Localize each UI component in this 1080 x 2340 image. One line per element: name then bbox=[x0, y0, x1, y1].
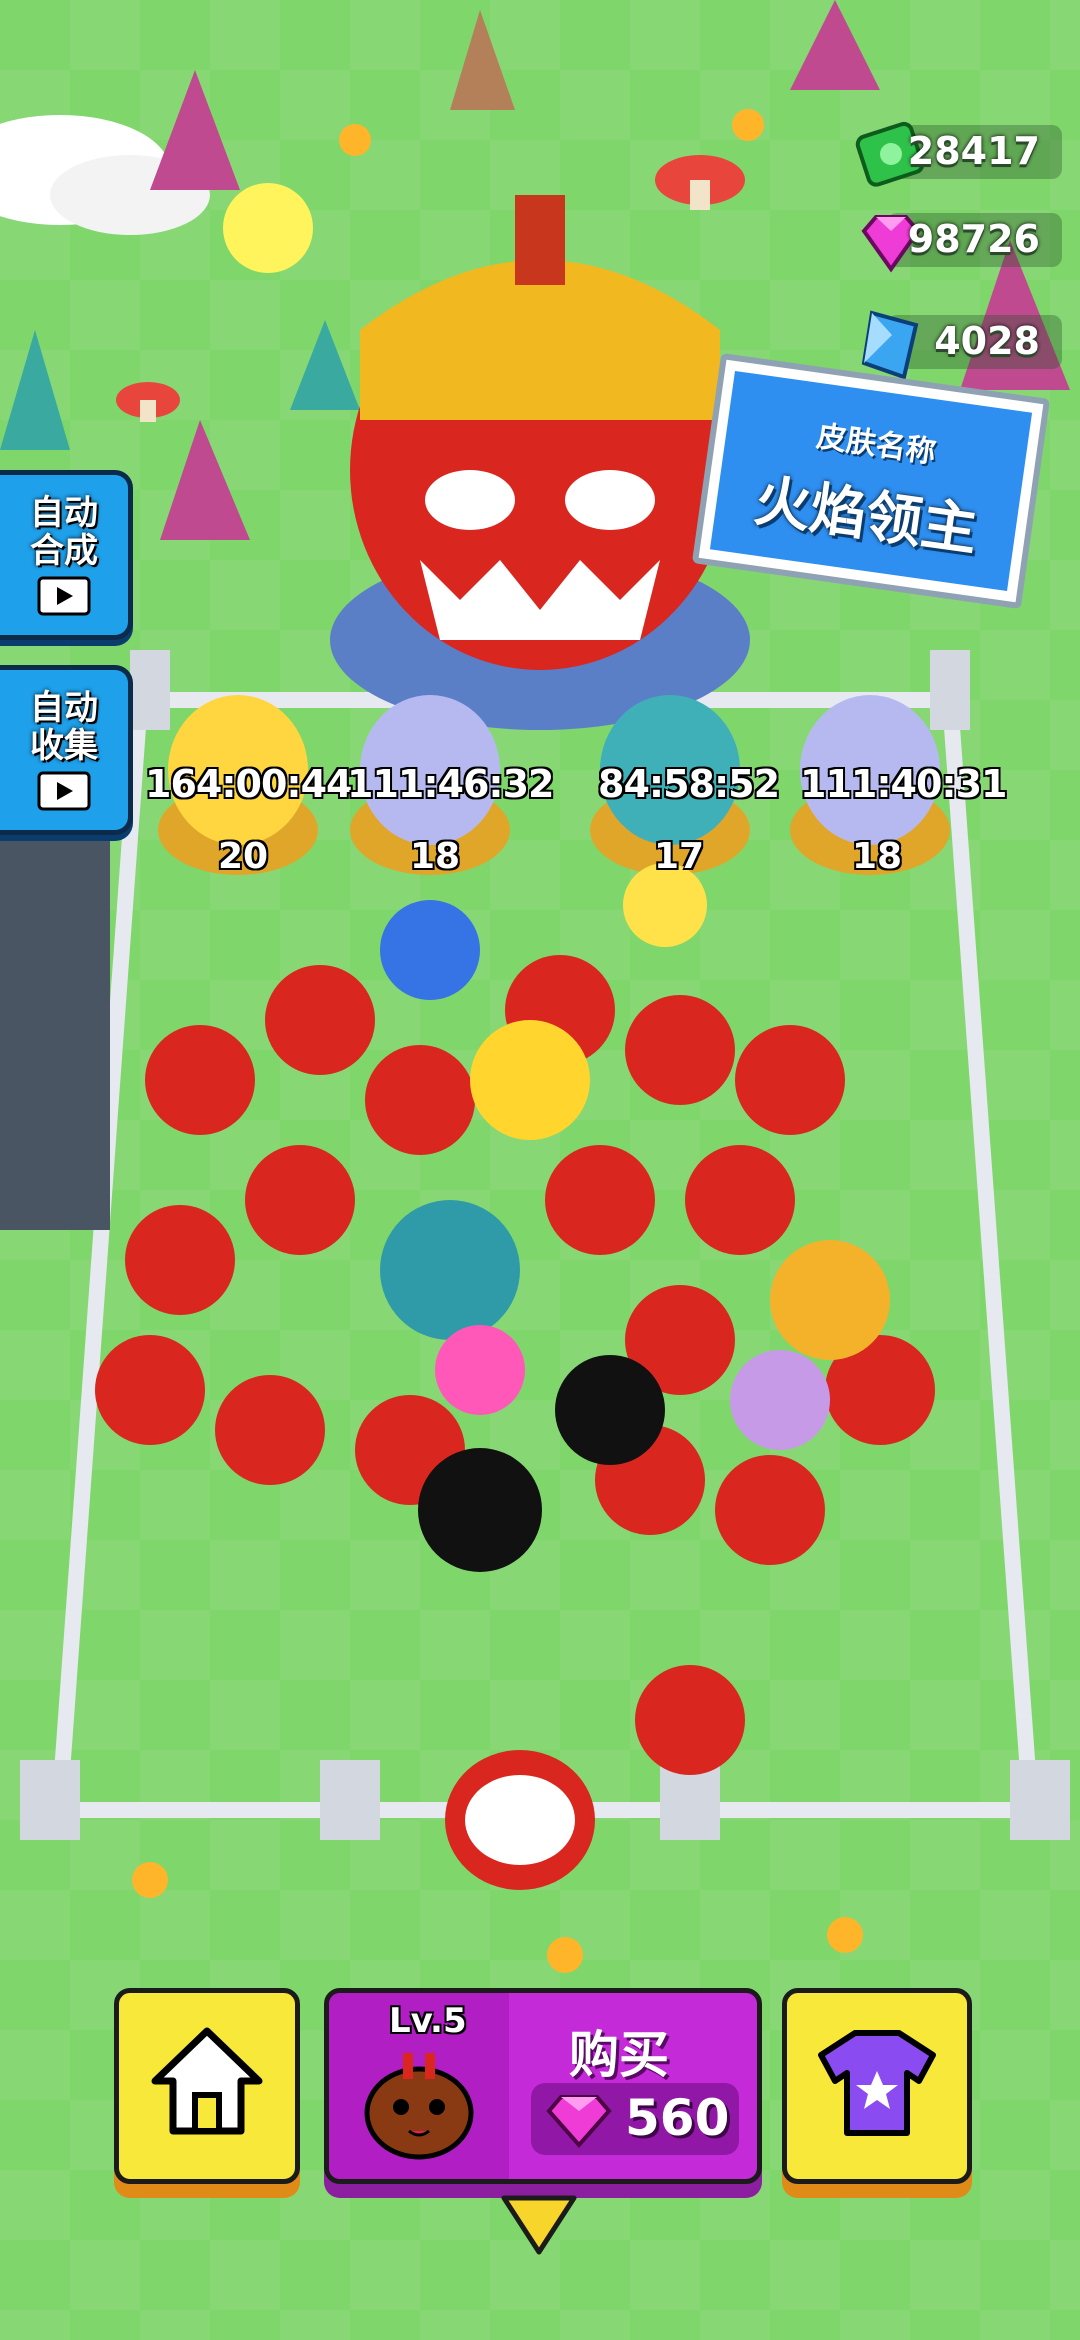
tree bbox=[0, 320, 360, 450]
buy-label: 购买 bbox=[569, 2026, 669, 2084]
gem-counter: 98726 bbox=[852, 203, 1062, 275]
tree bbox=[450, 10, 515, 110]
video-ad-icon bbox=[37, 771, 91, 811]
crystal-value: 4028 bbox=[934, 319, 1040, 363]
auto-merge-button[interactable]: 自动 合成 bbox=[0, 470, 133, 640]
home-button[interactable] bbox=[114, 1988, 300, 2184]
egg-level: 17 bbox=[654, 836, 705, 877]
crystal-counter: 4028 bbox=[852, 305, 1062, 380]
skin-shop-button[interactable] bbox=[782, 1988, 972, 2184]
collapse-arrow-icon[interactable] bbox=[498, 2192, 580, 2260]
monster-avatar-icon bbox=[364, 2053, 474, 2160]
barn bbox=[0, 800, 110, 1230]
buy-monster-button[interactable]: Lv.5 购买 560 bbox=[324, 1988, 762, 2184]
home-icon bbox=[151, 2027, 263, 2135]
auto-collect-button[interactable]: 自动 收集 bbox=[0, 665, 133, 835]
egg-timer: 164:00:44 bbox=[145, 762, 352, 806]
cash-counter: 28417 bbox=[852, 115, 1062, 187]
egg-timer: 84:58:52 bbox=[598, 762, 780, 806]
egg-level: 20 bbox=[218, 836, 269, 877]
egg-timer: 111:40:31 bbox=[800, 762, 1007, 806]
auto-collect-label: 自动 收集 bbox=[30, 688, 98, 766]
gem-value: 98726 bbox=[907, 217, 1040, 261]
gem-icon bbox=[546, 2095, 612, 2149]
buy-price: 560 bbox=[625, 2089, 730, 2147]
auto-merge-label: 自动 合成 bbox=[30, 493, 98, 571]
egg-timer: 111:46:32 bbox=[347, 762, 554, 806]
sun-glow bbox=[223, 183, 313, 273]
crystal-icon bbox=[861, 310, 919, 380]
fire-lord-boss bbox=[330, 195, 750, 730]
egg-level: 18 bbox=[410, 836, 461, 877]
egg-level: 18 bbox=[852, 836, 903, 877]
tshirt-icon bbox=[818, 2030, 936, 2136]
monster-pile bbox=[95, 863, 935, 1775]
monster-level: Lv.5 bbox=[389, 2001, 467, 2041]
video-ad-icon bbox=[37, 576, 91, 616]
cash-value: 28417 bbox=[907, 129, 1040, 173]
